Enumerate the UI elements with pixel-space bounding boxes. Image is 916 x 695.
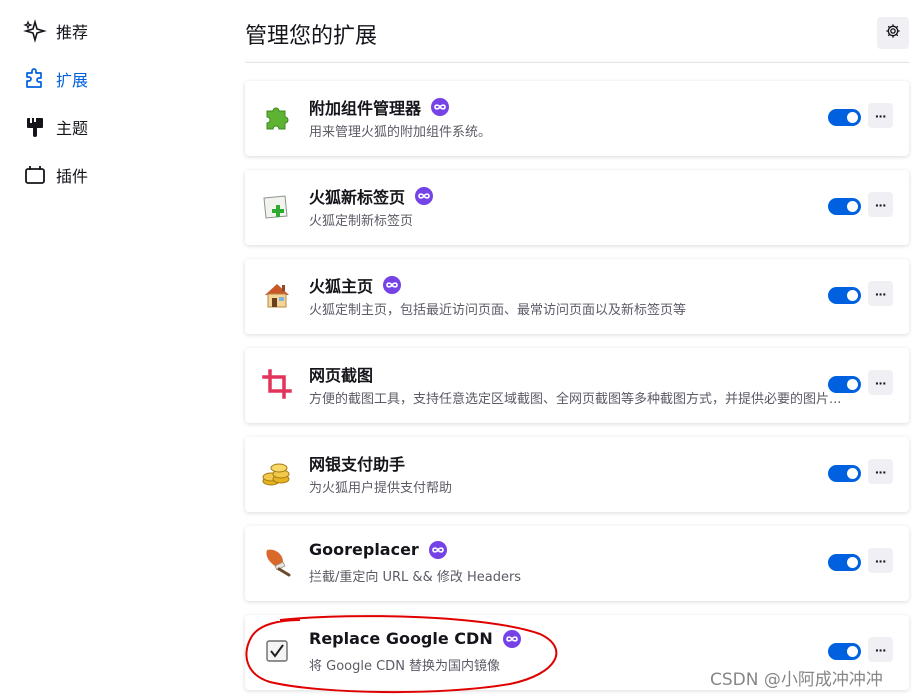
- recommended-badge-icon: [502, 629, 521, 648]
- crop-icon: [261, 368, 293, 400]
- watermark: CSDN @小阿成冲冲冲: [710, 670, 883, 690]
- page-title: 管理您的扩展: [245, 24, 378, 49]
- paintbrush-icon: [22, 114, 48, 140]
- new-tab-icon: [261, 190, 293, 222]
- plugin-icon: [22, 162, 48, 188]
- sidebar-item-label: 插件: [56, 167, 89, 186]
- extension-description: 火狐定制新标签页: [309, 214, 414, 229]
- coins-icon: [261, 457, 293, 489]
- extension-card[interactable]: 网银支付助手 为火狐用户提供支付帮助 ···: [245, 437, 909, 512]
- enable-toggle[interactable]: [828, 554, 861, 571]
- recommended-badge-icon: [383, 276, 402, 294]
- extension-name: 火狐主页: [309, 273, 402, 297]
- sidebar: 推荐 扩展 主题 插件: [0, 0, 230, 695]
- puzzle-icon: [22, 66, 48, 92]
- sidebar-item-recommendations[interactable]: 推荐: [22, 16, 88, 46]
- gear-icon: [885, 23, 901, 44]
- enable-toggle[interactable]: [828, 643, 861, 660]
- more-options-button[interactable]: ···: [868, 103, 893, 128]
- extension-description: 为火狐用户提供支付帮助: [309, 481, 453, 496]
- recommended-badge-icon: [415, 187, 434, 205]
- extension-card[interactable]: 网页截图 方便的截图工具，支持任意选定区域截图、全网页截图等多种截图方式，并提供…: [245, 348, 909, 423]
- extension-description: 用来管理火狐的附加组件系统。: [309, 125, 492, 140]
- extension-card[interactable]: 火狐新标签页 火狐定制新标签页 ···: [245, 170, 909, 245]
- extension-card[interactable]: 火狐主页 火狐定制主页，包括最近访问页面、最常访问页面以及新标签页等 ···: [245, 259, 909, 334]
- more-options-button[interactable]: ···: [868, 548, 893, 573]
- extension-description: 拦截/重定向 URL && 修改 Headers: [309, 570, 522, 585]
- list-top-divider: [245, 62, 909, 68]
- extension-description: 火狐定制主页，包括最近访问页面、最常访问页面以及新标签页等: [309, 303, 687, 318]
- enable-toggle[interactable]: [828, 109, 861, 126]
- extension-name: 网页截图: [309, 366, 374, 385]
- house-icon: [261, 279, 293, 311]
- more-options-button[interactable]: ···: [868, 192, 893, 217]
- sidebar-item-extensions[interactable]: 扩展: [22, 64, 88, 94]
- more-options-button[interactable]: ···: [868, 370, 893, 395]
- recommended-badge-icon: [431, 98, 450, 116]
- sparkle-icon: [22, 18, 48, 44]
- sidebar-item-themes[interactable]: 主题: [22, 112, 88, 142]
- green-puzzle-icon: [261, 101, 293, 133]
- enable-toggle[interactable]: [828, 198, 861, 215]
- sidebar-item-plugins[interactable]: 插件: [22, 160, 88, 190]
- extension-card[interactable]: Gooreplacer 拦截/重定向 URL && 修改 Headers ···: [245, 526, 909, 601]
- extension-name: Gooreplacer: [309, 540, 447, 559]
- more-options-button[interactable]: ···: [868, 637, 893, 662]
- sidebar-item-label: 主题: [56, 119, 89, 138]
- enable-toggle[interactable]: [828, 465, 861, 482]
- extension-name: Replace Google CDN: [309, 629, 521, 648]
- extension-name: 网银支付助手: [309, 455, 406, 474]
- enable-toggle[interactable]: [828, 376, 861, 393]
- sidebar-item-label: 扩展: [56, 71, 89, 90]
- extension-name: 附加组件管理器: [309, 95, 450, 119]
- settings-button[interactable]: [877, 17, 909, 49]
- recommended-badge-icon: [428, 540, 447, 559]
- extension-card[interactable]: 附加组件管理器 用来管理火狐的附加组件系统。 ···: [245, 81, 909, 156]
- more-options-button[interactable]: ···: [868, 281, 893, 306]
- extension-description: 方便的截图工具，支持任意选定区域截图、全网页截图等多种截图方式，并提供必要的图片…: [309, 392, 842, 407]
- extension-name: 火狐新标签页: [309, 184, 434, 208]
- checkbox-icon: [261, 635, 293, 667]
- sidebar-item-label: 推荐: [56, 23, 89, 42]
- enable-toggle[interactable]: [828, 287, 861, 304]
- brush-icon: [261, 546, 293, 578]
- more-options-button[interactable]: ···: [868, 459, 893, 484]
